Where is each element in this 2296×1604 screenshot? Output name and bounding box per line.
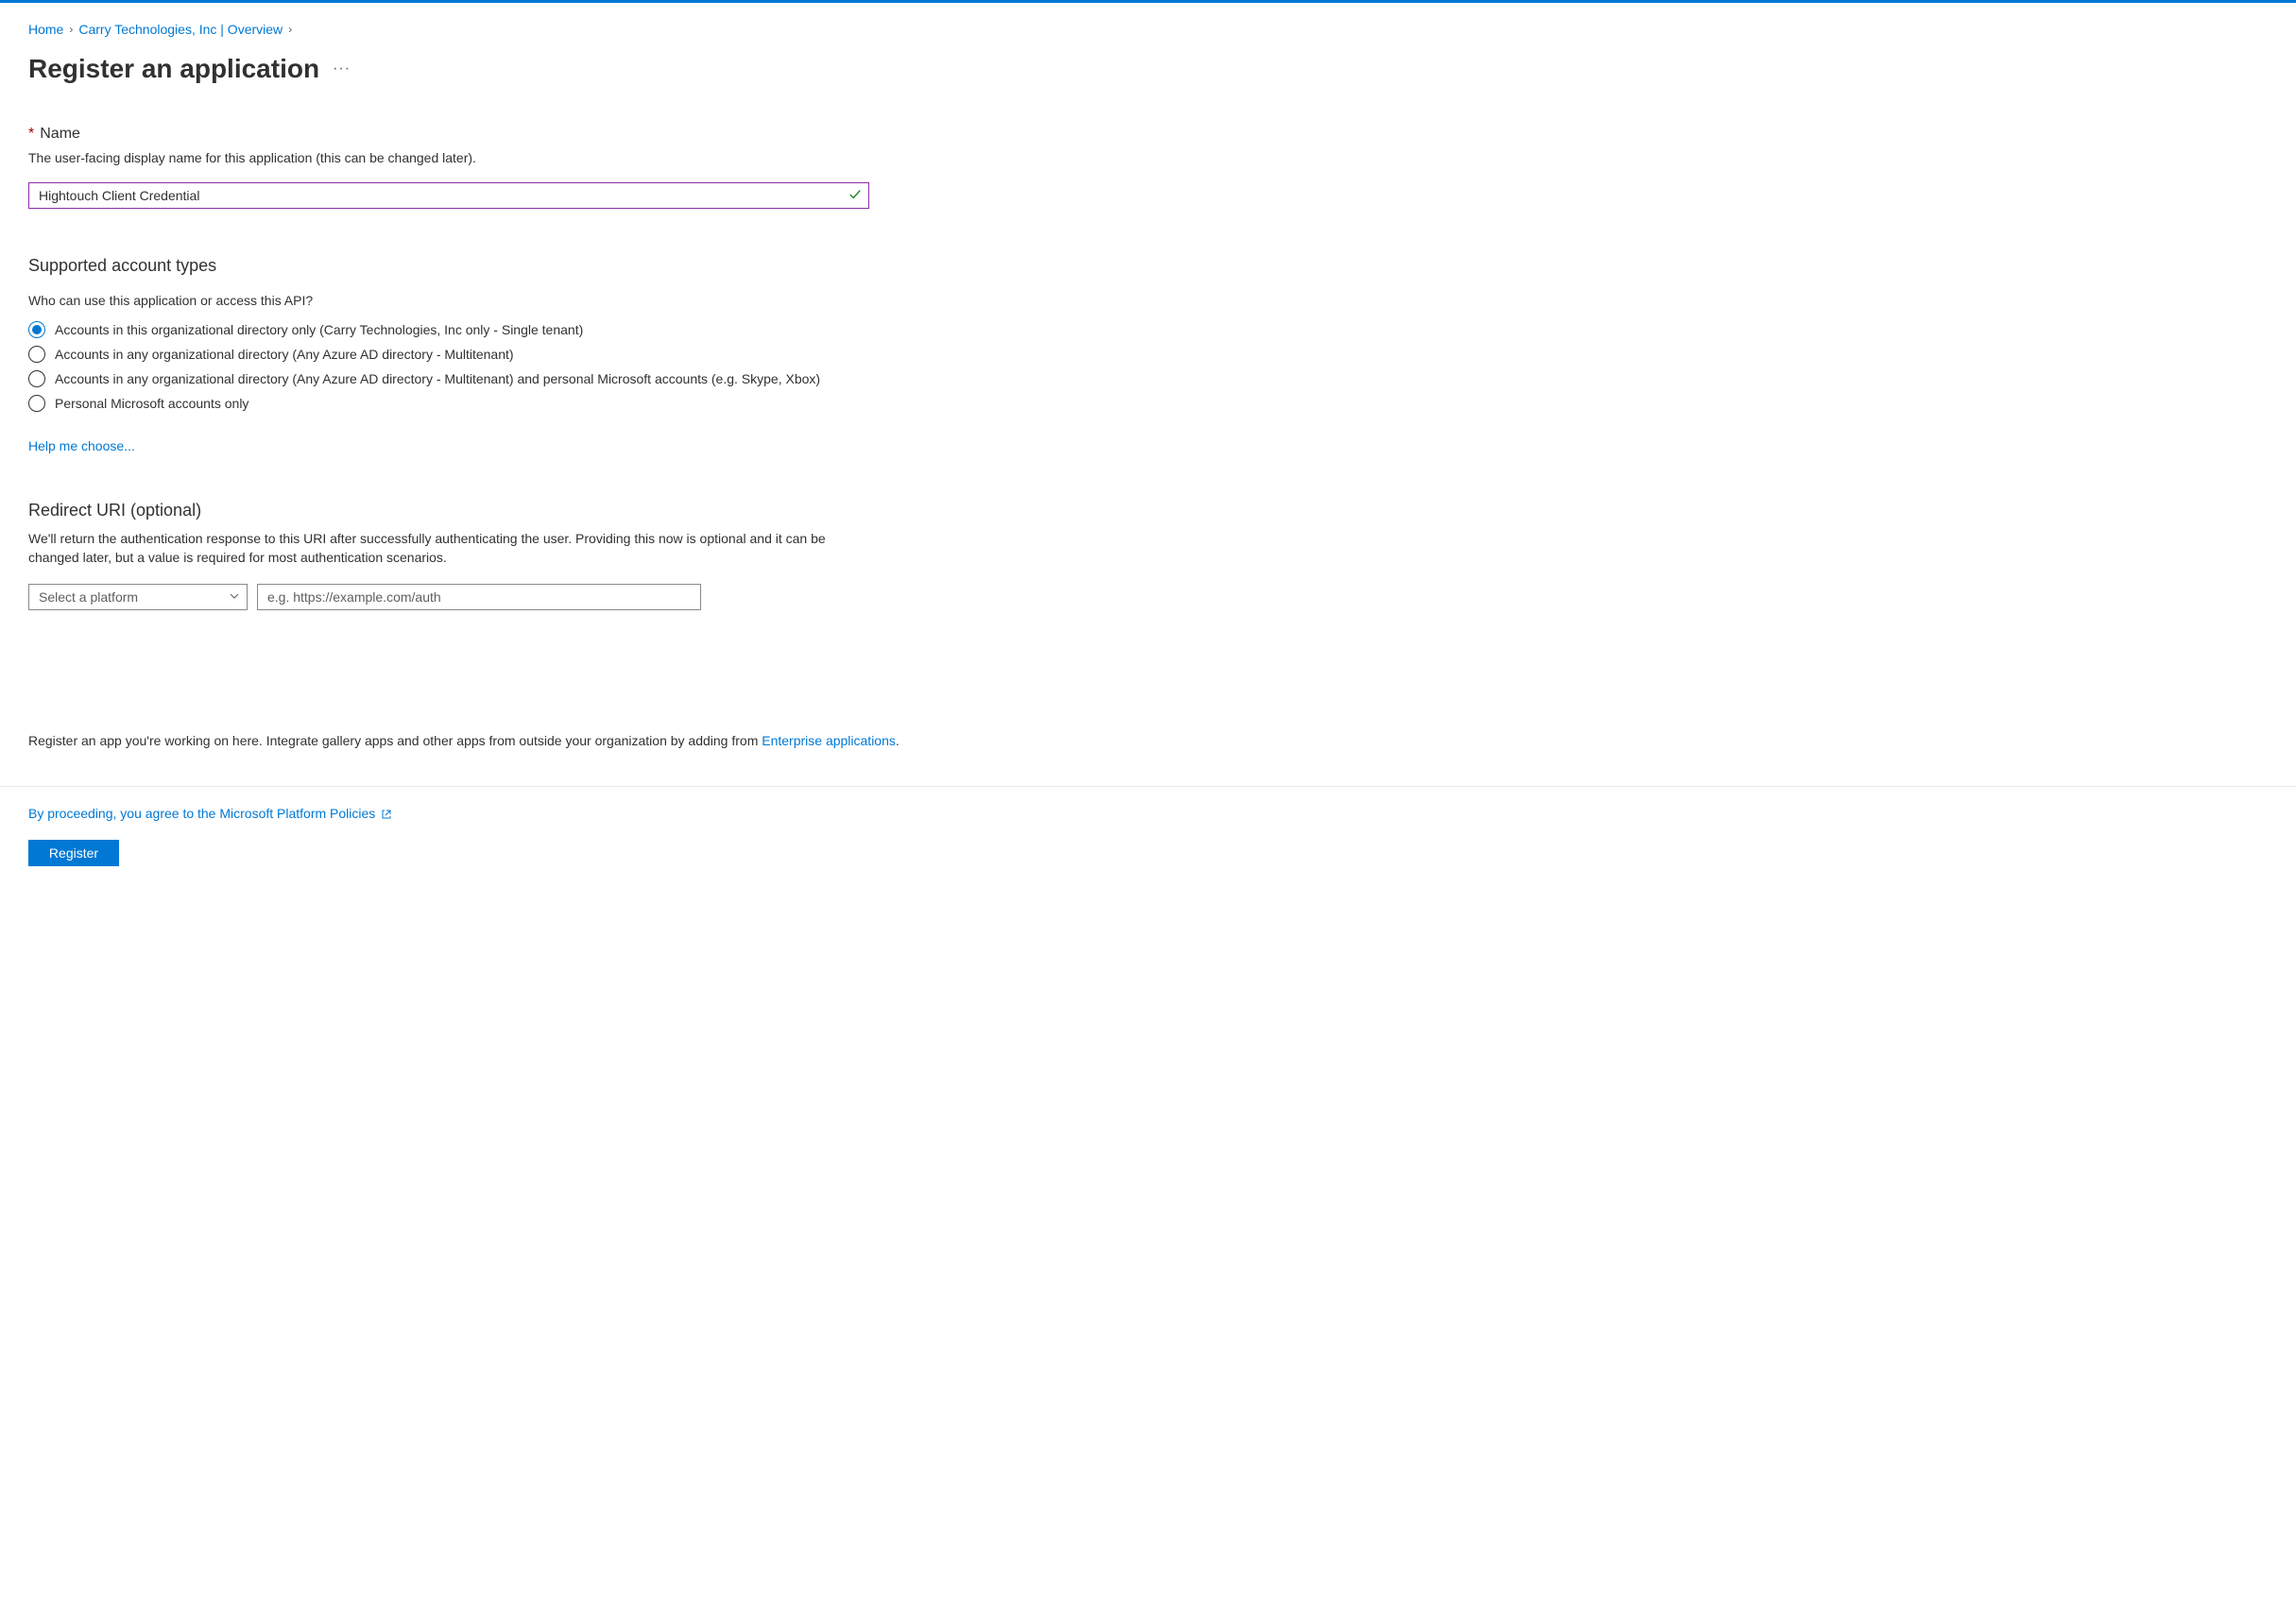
- platform-policies-link[interactable]: By proceeding, you agree to the Microsof…: [28, 806, 392, 821]
- redirect-uri-input[interactable]: [257, 584, 701, 610]
- breadcrumb: Home › Carry Technologies, Inc | Overvie…: [28, 22, 2268, 37]
- register-button[interactable]: Register: [28, 840, 119, 866]
- chevron-right-icon: ›: [288, 23, 292, 36]
- radio-icon: [28, 346, 45, 363]
- page-title: Register an application: [28, 54, 319, 84]
- policy-link-text: By proceeding, you agree to the Microsof…: [28, 806, 375, 821]
- platform-select[interactable]: Select a platform: [28, 584, 248, 610]
- account-types-radio-group: Accounts in this organizational director…: [28, 321, 2268, 412]
- account-types-question: Who can use this application or access t…: [28, 293, 2268, 308]
- footer-note: Register an app you're working on here. …: [28, 733, 2268, 748]
- name-label: * Name: [28, 126, 2268, 143]
- external-link-icon: [381, 808, 392, 819]
- footer-note-prefix: Register an app you're working on here. …: [28, 733, 762, 748]
- help-me-choose-link[interactable]: Help me choose...: [28, 438, 135, 453]
- radio-icon: [28, 370, 45, 387]
- radio-icon: [28, 395, 45, 412]
- breadcrumb-org[interactable]: Carry Technologies, Inc | Overview: [78, 22, 283, 37]
- radio-multitenant-personal[interactable]: Accounts in any organizational directory…: [28, 370, 2268, 387]
- redirect-uri-heading: Redirect URI (optional): [28, 501, 2268, 520]
- chevron-right-icon: ›: [69, 23, 73, 36]
- name-label-text: Name: [40, 126, 80, 143]
- name-description: The user-facing display name for this ap…: [28, 150, 2268, 165]
- enterprise-applications-link[interactable]: Enterprise applications: [762, 733, 896, 748]
- radio-label: Accounts in any organizational directory…: [55, 371, 820, 386]
- radio-label: Accounts in any organizational directory…: [55, 347, 514, 362]
- account-types-heading: Supported account types: [28, 256, 2268, 276]
- platform-select-value: Select a platform: [39, 589, 138, 605]
- radio-label: Personal Microsoft accounts only: [55, 396, 248, 411]
- radio-label: Accounts in this organizational director…: [55, 322, 583, 337]
- app-name-input[interactable]: [28, 182, 869, 209]
- required-star-icon: *: [28, 126, 34, 143]
- radio-icon: [28, 321, 45, 338]
- redirect-uri-description: We'll return the authentication response…: [28, 530, 860, 567]
- radio-personal-only[interactable]: Personal Microsoft accounts only: [28, 395, 2268, 412]
- more-icon[interactable]: ···: [333, 60, 351, 77]
- radio-single-tenant[interactable]: Accounts in this organizational director…: [28, 321, 2268, 338]
- radio-multitenant[interactable]: Accounts in any organizational directory…: [28, 346, 2268, 363]
- footer-note-suffix: .: [896, 733, 900, 748]
- breadcrumb-home[interactable]: Home: [28, 22, 63, 37]
